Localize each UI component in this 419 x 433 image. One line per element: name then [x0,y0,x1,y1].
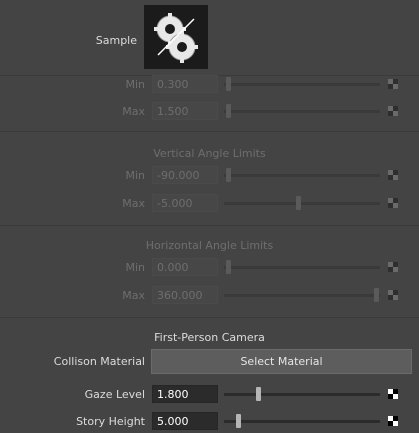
min-label: Min [125,78,145,91]
distance-max-field[interactable]: 1.500 [152,102,218,120]
max-label: Max [122,105,145,118]
slider-handle[interactable] [374,288,379,302]
collision-material-label: Collison Material [53,355,145,368]
slider-handle[interactable] [295,196,301,210]
distance-min-row: Min 0.300 [0,75,419,95]
gaze-level-field[interactable]: 1.800 [152,385,218,403]
horizontal-min-row: Min 0.000 [0,258,419,278]
checker-map-icon[interactable] [388,198,398,208]
vertical-min-slider[interactable] [224,168,380,182]
gaze-level-slider[interactable] [224,387,380,401]
max-label: Max [122,197,145,210]
divider [0,131,419,132]
gaze-level-row: Gaze Level 1.800 [0,385,419,405]
slider-handle[interactable] [226,77,231,91]
slider-handle[interactable] [226,260,231,274]
story-height-label: Story Height [76,415,145,428]
horizontal-angle-heading: Horizontal Angle Limits [145,239,274,252]
divider [0,225,419,226]
max-label: Max [122,289,145,302]
distance-max-slider[interactable] [224,104,380,118]
divider [0,317,419,318]
horizontal-max-row: Max 360.000 [0,286,419,306]
select-material-button[interactable]: Select Material [151,349,412,374]
distance-max-row: Max 1.500 [0,102,419,122]
checker-map-icon[interactable] [388,79,398,89]
gears-icon[interactable] [144,5,208,69]
checker-map-icon[interactable] [388,262,398,272]
horizontal-min-slider[interactable] [224,260,380,274]
vertical-max-slider[interactable] [224,196,380,210]
sample-row: Sample [0,0,419,75]
checker-map-icon[interactable] [388,290,398,300]
vertical-max-field[interactable]: -5.000 [152,194,218,212]
min-label: Min [125,169,145,182]
gaze-level-label: Gaze Level [84,388,145,401]
sample-label: Sample [95,34,137,47]
story-height-row: Story Height 5.000 [0,412,419,432]
vertical-min-row: Min -90.000 [0,166,419,186]
slider-handle[interactable] [226,168,231,182]
horizontal-max-field[interactable]: 360.000 [152,286,218,304]
slider-handle[interactable] [255,387,261,401]
slider-handle[interactable] [226,104,231,118]
vertical-min-field[interactable]: -90.000 [152,166,218,184]
vertical-angle-heading: Vertical Angle Limits [153,147,266,160]
horizontal-min-field[interactable]: 0.000 [152,258,218,276]
checker-map-icon[interactable] [388,170,398,180]
horizontal-max-slider[interactable] [224,288,380,302]
min-label: Min [125,261,145,274]
checker-map-icon[interactable] [388,106,398,116]
story-height-field[interactable]: 5.000 [152,412,218,430]
distance-min-field[interactable]: 0.300 [152,75,218,93]
slider-handle[interactable] [236,414,242,428]
checker-map-icon[interactable] [388,389,398,399]
checker-map-icon[interactable] [388,416,398,426]
first-person-heading: First-Person Camera [154,331,265,344]
story-height-slider[interactable] [224,414,380,428]
vertical-max-row: Max -5.000 [0,194,419,214]
distance-min-slider[interactable] [224,77,380,91]
